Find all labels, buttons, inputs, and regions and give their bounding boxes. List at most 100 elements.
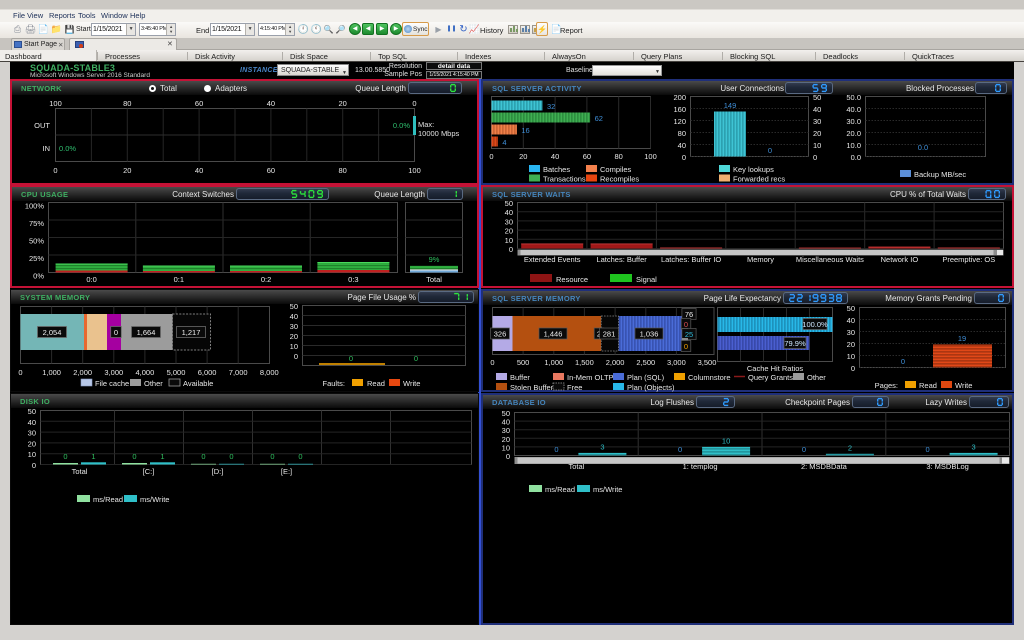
svg-text:25: 25 bbox=[685, 330, 693, 339]
svg-text:62: 62 bbox=[595, 114, 603, 123]
svg-text:3,000: 3,000 bbox=[667, 358, 686, 367]
svg-text:80: 80 bbox=[615, 152, 623, 161]
svg-text:0: 0 bbox=[768, 146, 772, 155]
svg-text:281: 281 bbox=[603, 330, 616, 339]
svg-text:0: 0 bbox=[684, 342, 688, 351]
svg-text:40: 40 bbox=[847, 316, 855, 325]
svg-text:0: 0 bbox=[509, 245, 513, 254]
svg-text:In-Mem OLTP: In-Mem OLTP bbox=[567, 373, 614, 382]
svg-text:3: 3 bbox=[972, 442, 976, 451]
svg-text:0: 0 bbox=[678, 445, 682, 454]
svg-text:50: 50 bbox=[813, 93, 821, 102]
svg-text:79.9%: 79.9% bbox=[784, 339, 806, 348]
svg-text:[D:]: [D:] bbox=[212, 467, 224, 476]
svg-text:ms/Write: ms/Write bbox=[593, 485, 622, 494]
svg-text:100: 100 bbox=[644, 152, 657, 161]
svg-text:149: 149 bbox=[724, 101, 737, 110]
svg-text:Transactions: Transactions bbox=[543, 175, 586, 184]
svg-text:0:2: 0:2 bbox=[261, 275, 271, 284]
svg-text:100%: 100% bbox=[25, 202, 45, 211]
svg-text:10000 Mbps: 10000 Mbps bbox=[418, 129, 460, 138]
svg-text:Buffer: Buffer bbox=[510, 373, 530, 382]
svg-text:Compiles: Compiles bbox=[600, 165, 632, 174]
svg-text:0:1: 0:1 bbox=[174, 275, 184, 284]
svg-text:20: 20 bbox=[123, 166, 131, 175]
svg-text:0: 0 bbox=[682, 153, 686, 162]
svg-text:200: 200 bbox=[673, 93, 686, 102]
svg-text:40: 40 bbox=[551, 152, 559, 161]
svg-text:Write: Write bbox=[403, 379, 420, 388]
svg-text:50%: 50% bbox=[29, 237, 44, 246]
svg-text:50: 50 bbox=[847, 304, 855, 313]
svg-text:30: 30 bbox=[505, 217, 513, 226]
svg-text:100: 100 bbox=[49, 99, 62, 108]
svg-text:[E:]: [E:] bbox=[281, 467, 292, 476]
svg-text:Columnstore: Columnstore bbox=[688, 373, 731, 382]
svg-text:Latches: Buffer IO: Latches: Buffer IO bbox=[661, 255, 721, 264]
svg-text:File cache: File cache bbox=[95, 379, 129, 388]
svg-text:Extended Events: Extended Events bbox=[524, 255, 581, 264]
svg-text:1,664: 1,664 bbox=[137, 328, 156, 337]
svg-text:0: 0 bbox=[53, 166, 57, 175]
svg-text:40: 40 bbox=[267, 99, 275, 108]
svg-text:20: 20 bbox=[519, 152, 527, 161]
svg-text:20: 20 bbox=[28, 439, 36, 448]
svg-text:20: 20 bbox=[339, 99, 347, 108]
svg-text:Write: Write bbox=[955, 381, 972, 390]
svg-text:0:0: 0:0 bbox=[86, 275, 96, 284]
svg-text:0%: 0% bbox=[33, 272, 44, 281]
svg-text:100.0%: 100.0% bbox=[802, 320, 828, 329]
svg-text:0:3: 0:3 bbox=[348, 275, 358, 284]
svg-text:5,000: 5,000 bbox=[167, 368, 186, 377]
svg-text:Recompiles: Recompiles bbox=[600, 175, 639, 184]
svg-text:Plan (Objects): Plan (Objects) bbox=[627, 383, 675, 392]
svg-text:40.0: 40.0 bbox=[846, 105, 861, 114]
svg-text:30: 30 bbox=[847, 328, 855, 337]
svg-text:4,000: 4,000 bbox=[136, 368, 155, 377]
svg-text:0: 0 bbox=[294, 352, 298, 361]
svg-text:0.0: 0.0 bbox=[918, 143, 928, 152]
svg-text:40: 40 bbox=[678, 141, 686, 150]
svg-text:10: 10 bbox=[28, 450, 36, 459]
svg-text:0.0%: 0.0% bbox=[59, 144, 76, 153]
svg-text:19: 19 bbox=[958, 334, 966, 343]
svg-text:2,000: 2,000 bbox=[606, 358, 625, 367]
svg-text:ms/Read: ms/Read bbox=[545, 485, 575, 494]
svg-text:Plan (SQL): Plan (SQL) bbox=[627, 373, 665, 382]
svg-text:0: 0 bbox=[851, 364, 855, 373]
svg-text:Resource: Resource bbox=[556, 275, 588, 284]
svg-text:60: 60 bbox=[267, 166, 275, 175]
svg-text:Stolen Buffer: Stolen Buffer bbox=[510, 383, 554, 392]
svg-text:1,446: 1,446 bbox=[544, 330, 563, 339]
svg-text:Network IO: Network IO bbox=[881, 255, 919, 264]
svg-text:1: 1 bbox=[91, 452, 95, 461]
svg-text:2,054: 2,054 bbox=[43, 328, 62, 337]
svg-text:Pages:: Pages: bbox=[875, 381, 898, 390]
svg-text:7,000: 7,000 bbox=[229, 368, 248, 377]
svg-text:Other: Other bbox=[807, 373, 826, 382]
svg-text:1,036: 1,036 bbox=[640, 330, 659, 339]
svg-text:10: 10 bbox=[813, 141, 821, 150]
svg-text:50.0: 50.0 bbox=[846, 93, 861, 102]
svg-text:40: 40 bbox=[505, 208, 513, 217]
svg-text:32: 32 bbox=[547, 102, 555, 111]
svg-text:0: 0 bbox=[684, 320, 688, 329]
svg-text:Key lookups: Key lookups bbox=[733, 165, 774, 174]
svg-text:75%: 75% bbox=[29, 219, 44, 228]
svg-text:Total: Total bbox=[426, 275, 442, 284]
svg-text:3: 3 bbox=[600, 442, 604, 451]
svg-text:0: 0 bbox=[490, 358, 494, 367]
svg-text:0: 0 bbox=[901, 357, 905, 366]
svg-text:0: 0 bbox=[506, 452, 510, 461]
svg-text:2,000: 2,000 bbox=[73, 368, 92, 377]
svg-text:Forwarded recs: Forwarded recs bbox=[733, 175, 785, 184]
svg-text:50: 50 bbox=[290, 302, 298, 311]
svg-text:120: 120 bbox=[673, 117, 686, 126]
svg-text:40: 40 bbox=[290, 312, 298, 321]
svg-text:Max:: Max: bbox=[418, 120, 434, 129]
svg-text:0: 0 bbox=[813, 153, 817, 162]
svg-text:1,000: 1,000 bbox=[42, 368, 61, 377]
svg-text:0: 0 bbox=[63, 452, 67, 461]
svg-text:25%: 25% bbox=[29, 254, 44, 263]
svg-text:30: 30 bbox=[28, 429, 36, 438]
